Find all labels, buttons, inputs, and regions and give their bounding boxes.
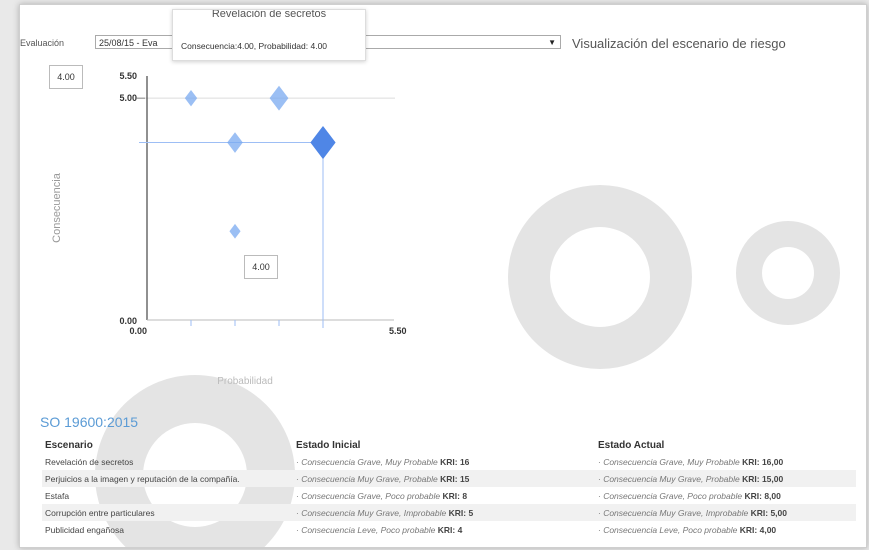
initial-state-text: · Consecuencia Muy Grave, Probable (296, 473, 438, 484)
chart-tooltip: Revelación de secretos Consecuencia:4.00… (172, 9, 366, 61)
table-row[interactable]: Estafa · Consecuencia Grave, Poco probabl… (42, 487, 856, 504)
current-state-cell: · Consecuencia Muy Grave, Probable KRI: … (595, 470, 856, 487)
initial-state-text: · Consecuencia Grave, Muy Probable (296, 456, 438, 467)
scenario-name: Corrupción entre particulares (45, 507, 155, 518)
current-kri: KRI: 4,00 (739, 524, 777, 535)
tooltip-text: Consecuencia:4.00, Probabilidad: 4.00 (181, 41, 328, 51)
current-state-text: · Consecuencia Grave, Poco probable (598, 490, 743, 501)
current-state-text: · Consecuencia Grave, Muy Probable (598, 456, 740, 467)
scenario-cell: Estafa (42, 487, 293, 504)
x-axis-title: Probabilidad (217, 376, 273, 387)
initial-kri: KRI: 16 (440, 456, 470, 467)
initial-state-cell: · Consecuencia Grave, Poco probable KRI:… (293, 487, 595, 504)
table-row[interactable]: Perjuicios a la imagen y reputación de l… (42, 470, 856, 487)
current-state-text: · Consecuencia Leve, Poco probable (598, 524, 738, 535)
current-state-text: · Consecuencia Muy Grave, Probable (598, 473, 740, 484)
initial-state-text: · Consecuencia Leve, Poco probable (296, 524, 436, 535)
initial-state-text: · Consecuencia Grave, Poco probable (296, 490, 441, 501)
scenario-cell: Revelación de secretos (42, 453, 293, 470)
x-tick-label-0: 0.00 (129, 326, 147, 336)
current-kri: KRI: 8,00 (744, 490, 781, 501)
scenario-table: Escenario Estado Inicial Estado Actual R… (42, 438, 856, 538)
current-kri: KRI: 15,00 (742, 473, 784, 484)
initial-kri: KRI: 8 (442, 490, 468, 501)
section-title: SO 19600:2015 (40, 414, 139, 430)
initial-state-text: · Consecuencia Muy Grave, Improbable (296, 507, 447, 518)
header-current-state: Estado Actual (598, 440, 665, 451)
initial-state-cell: · Consecuencia Muy Grave, Improbable KRI… (293, 504, 595, 521)
scenario-name: Revelación de secretos (45, 456, 134, 467)
header-initial-state: Estado Inicial (296, 440, 361, 451)
initial-kri: KRI: 4 (437, 524, 463, 535)
y-axis-title: Consecuencia (51, 172, 63, 243)
current-state-cell: · Consecuencia Leve, Poco probable KRI: … (595, 521, 856, 538)
current-state-cell: · Consecuencia Grave, Poco probable KRI:… (595, 487, 856, 504)
scenario-name: Estafa (45, 490, 70, 501)
data-point-5 (229, 223, 241, 239)
y-tick-label-5: 5.00 (119, 93, 137, 103)
current-state-cell: · Consecuencia Grave, Muy Probable KRI: … (595, 453, 856, 470)
y-tick-label-0: 0.00 (119, 316, 137, 326)
initial-state-cell: · Consecuencia Leve, Poco probable KRI: … (293, 521, 595, 538)
y-tick-label-max: 5.50 (119, 71, 137, 81)
value-box-top: 4.00 (49, 65, 83, 89)
table-row[interactable]: Revelación de secretos · Consecuencia Gra… (42, 453, 856, 470)
current-kri: KRI: 5,00 (750, 507, 787, 518)
scenario-name: Publicidad engañosa (45, 524, 124, 535)
current-state-cell: · Consecuencia Muy Grave, Improbable KRI… (595, 504, 856, 521)
data-point-2 (269, 85, 289, 111)
table-row[interactable]: Corrupción entre particulares · Consecuen… (42, 504, 856, 521)
initial-state-cell: · Consecuencia Muy Grave, Probable KRI: … (293, 470, 595, 487)
current-kri: KRI: 16,00 (742, 456, 784, 467)
scenario-cell: Perjuicios a la imagen y reputación de l… (42, 470, 293, 487)
tooltip-title: Revelación de secretos (211, 9, 327, 20)
scenario-cell: Publicidad engañosa (42, 521, 293, 538)
initial-kri: KRI: 5 (448, 507, 474, 518)
data-point-3 (227, 132, 243, 153)
risk-panel: Evaluación 25/08/15 - Eva ▼ Visualizació… (19, 4, 867, 548)
data-point-4 (310, 125, 336, 160)
table-row[interactable]: Publicidad engañosa · Consecuencia Leve, … (42, 521, 856, 538)
x-tick-label-max: 5.50 (389, 326, 407, 336)
data-point-1 (184, 89, 198, 107)
header-scenario: Escenario (45, 440, 93, 451)
table-header-row: Escenario Estado Inicial Estado Actual (42, 438, 856, 453)
scenario-cell: Corrupción entre particulares (42, 504, 293, 521)
value-box-center: 4.00 (244, 255, 278, 279)
scenario-name: Perjuicios a la imagen y reputación de l… (45, 473, 240, 484)
current-state-text: · Consecuencia Muy Grave, Improbable (598, 507, 749, 518)
risk-scatter-chart: 5.50 5.00 0.000.00 5.50 Consecuencia Probabil… (51, 71, 407, 387)
initial-state-cell: · Consecuencia Grave, Muy Probable KRI: … (293, 453, 595, 470)
initial-kri: KRI: 15 (440, 473, 470, 484)
